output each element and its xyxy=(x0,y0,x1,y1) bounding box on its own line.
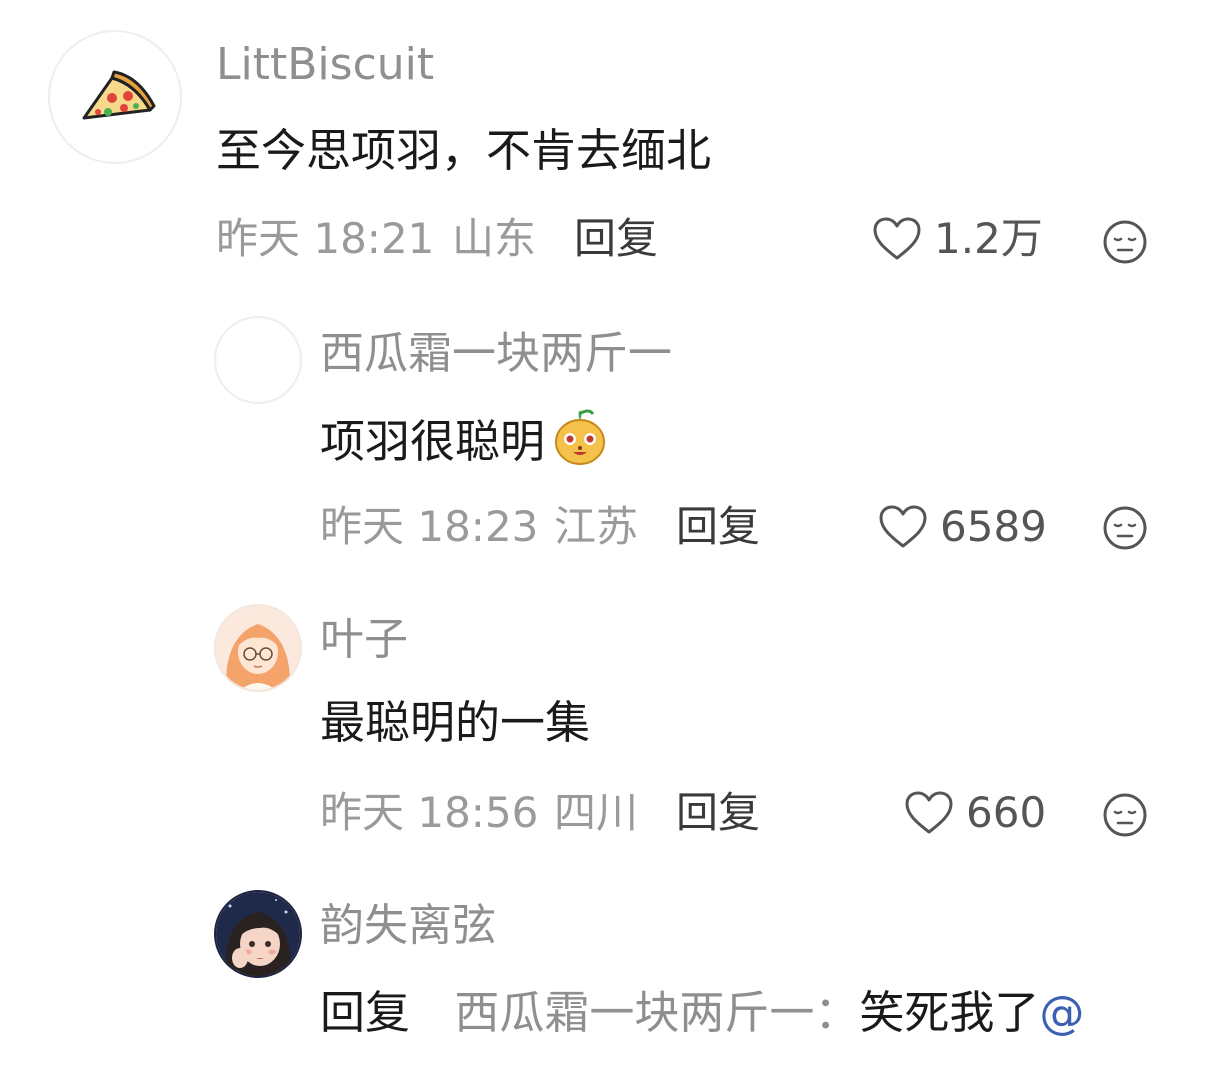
reply-button[interactable]: 回复 xyxy=(574,218,658,260)
comment-location: 山东 xyxy=(452,214,537,263)
comment-list: LittBiscuit 至今思项羽，不肯去缅北 昨天 18:21 山东 回复 1… xyxy=(0,0,1220,1068)
smug-face-emoji-icon xyxy=(555,409,606,465)
comment-location: 四川 xyxy=(554,788,639,837)
like-button[interactable]: 660 xyxy=(904,790,1046,836)
comment-text-label: 项羽很聪明 xyxy=(320,414,546,468)
comment-time: 昨天 18:23 xyxy=(320,502,539,551)
comment-text: 最聪明的一集 xyxy=(320,696,591,749)
comment-location: 江苏 xyxy=(554,502,639,551)
username[interactable]: 叶子 xyxy=(320,618,408,662)
heart-icon xyxy=(905,791,953,834)
reply-prefix: 回复 xyxy=(320,986,411,1039)
comment-text: 至今思项羽，不肯去缅北 xyxy=(216,124,712,177)
like-count: 6589 xyxy=(940,502,1047,551)
reply-button[interactable]: 回复 xyxy=(676,792,760,834)
comment-text: 回复 西瓜霜一块两斤一：笑死我了@ xyxy=(320,990,1084,1035)
dislike-face-icon[interactable] xyxy=(1102,219,1148,265)
avatar[interactable] xyxy=(214,604,302,692)
avatar[interactable] xyxy=(48,30,182,164)
username[interactable]: 韵失离弦 xyxy=(320,904,496,948)
reply-button[interactable]: 回复 xyxy=(676,506,760,548)
reply-target-username[interactable]: 西瓜霜一块两斤一： xyxy=(454,986,859,1039)
like-count: 660 xyxy=(966,788,1047,837)
comment-time: 昨天 18:21 xyxy=(216,214,435,263)
like-count: 1.2万 xyxy=(934,214,1043,263)
comment-time: 昨天 18:56 xyxy=(320,788,539,837)
illustrated-girl-icon xyxy=(216,892,300,976)
mention-at-sign[interactable]: @ xyxy=(1039,986,1084,1039)
comment-text: 项羽很聪明 xyxy=(320,409,611,468)
pizza-slice-icon xyxy=(82,70,156,120)
username[interactable]: LittBiscuit xyxy=(216,43,434,87)
username[interactable]: 西瓜霜一块两斤一 xyxy=(320,332,672,376)
comment-text-label: 笑死我了 xyxy=(859,986,1040,1039)
like-button[interactable]: 1.2万 xyxy=(872,216,1043,262)
orange-hair-girl-icon xyxy=(216,606,300,690)
dislike-face-icon[interactable] xyxy=(1102,505,1148,551)
heart-icon xyxy=(873,217,921,260)
dislike-face-icon[interactable] xyxy=(1102,792,1148,838)
avatar[interactable] xyxy=(214,890,302,978)
heart-icon xyxy=(879,505,927,548)
avatar[interactable] xyxy=(214,316,302,404)
like-button[interactable]: 6589 xyxy=(878,504,1047,550)
